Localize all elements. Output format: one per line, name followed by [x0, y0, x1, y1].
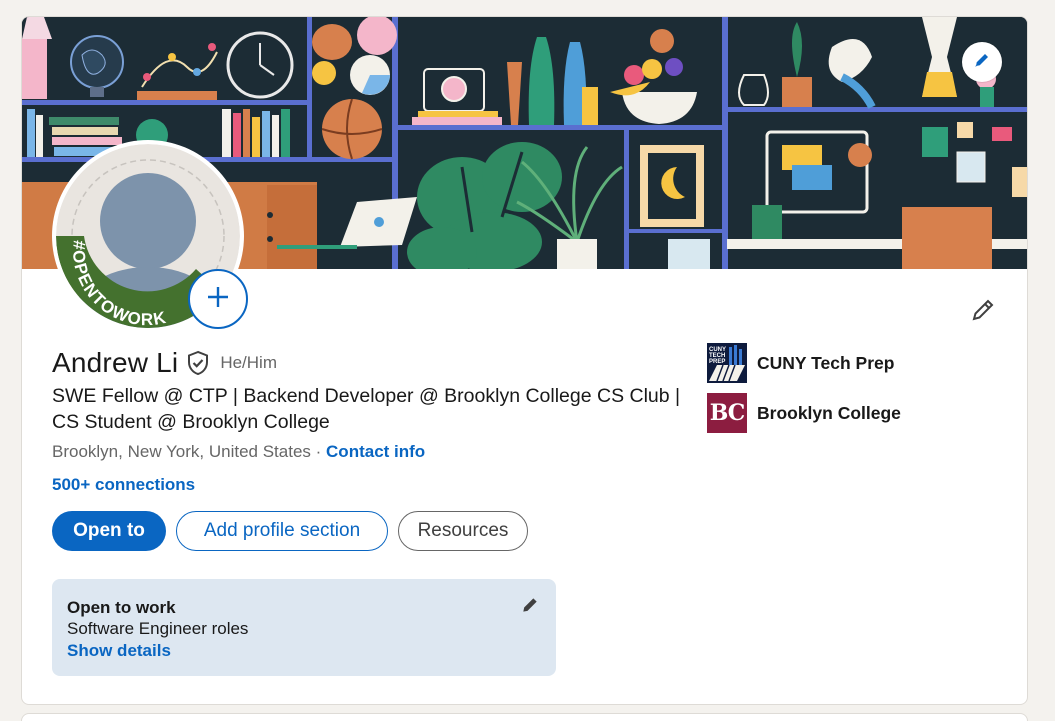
open-to-button[interactable]: Open to — [52, 511, 166, 551]
location: Brooklyn, New York, United States — [52, 442, 311, 461]
edit-intro-button[interactable] — [963, 292, 1003, 332]
name-row: Andrew Li He/Him — [52, 347, 277, 379]
open-to-work-title: Open to work — [67, 598, 176, 617]
profile-top-card: #OPENTOWORK Andrew Li He/Him SWE Fellow … — [21, 16, 1028, 705]
add-profile-section-button[interactable]: Add profile section — [176, 511, 388, 551]
separator: · — [310, 442, 327, 461]
profile-headline: SWE Fellow @ CTP | Backend Developer @ B… — [52, 385, 681, 433]
org-name: CUNY Tech Prep — [757, 352, 895, 373]
plus-icon — [205, 284, 231, 315]
edit-open-to-work-button[interactable] — [520, 595, 542, 617]
top-organizations: CUNY TECH PREP CUNY Tech Prep BC Brookly… — [707, 343, 901, 443]
open-to-work-badge-text: #OPENTOWORK — [69, 240, 167, 328]
brooklyn-college-logo: BC — [707, 393, 747, 433]
pencil-icon — [520, 598, 540, 619]
org-name: Brooklyn College — [757, 402, 901, 423]
next-section-card — [21, 713, 1028, 721]
org-brooklyn-college[interactable]: BC Brooklyn College — [707, 393, 901, 433]
shield-check-icon[interactable] — [186, 350, 210, 376]
cuny-tech-prep-logo: CUNY TECH PREP — [707, 343, 747, 383]
pencil-icon — [973, 51, 991, 74]
resources-button[interactable]: Resources — [398, 511, 528, 551]
pronouns: He/Him — [220, 353, 277, 372]
profile-name: Andrew Li — [52, 347, 179, 378]
open-to-work-card[interactable]: Open to work Software Engineer roles Sho… — [52, 579, 556, 676]
org-cuny-tech-prep[interactable]: CUNY TECH PREP CUNY Tech Prep — [707, 343, 901, 383]
add-photo-button[interactable] — [188, 269, 248, 329]
svg-text:PREP: PREP — [709, 359, 725, 365]
open-to-work-roles: Software Engineer roles — [67, 619, 249, 638]
show-details-link[interactable]: Show details — [67, 639, 541, 662]
contact-info-link[interactable]: Contact info — [326, 442, 425, 461]
profile-actions: Open to Add profile section Resources — [52, 511, 528, 551]
svg-text:#OPENTOWORK: #OPENTOWORK — [69, 240, 169, 328]
pencil-icon — [970, 297, 996, 328]
connections-link[interactable]: 500+ connections — [52, 475, 195, 495]
edit-cover-button[interactable] — [962, 42, 1002, 82]
location-row: Brooklyn, New York, United States · Cont… — [52, 442, 425, 462]
